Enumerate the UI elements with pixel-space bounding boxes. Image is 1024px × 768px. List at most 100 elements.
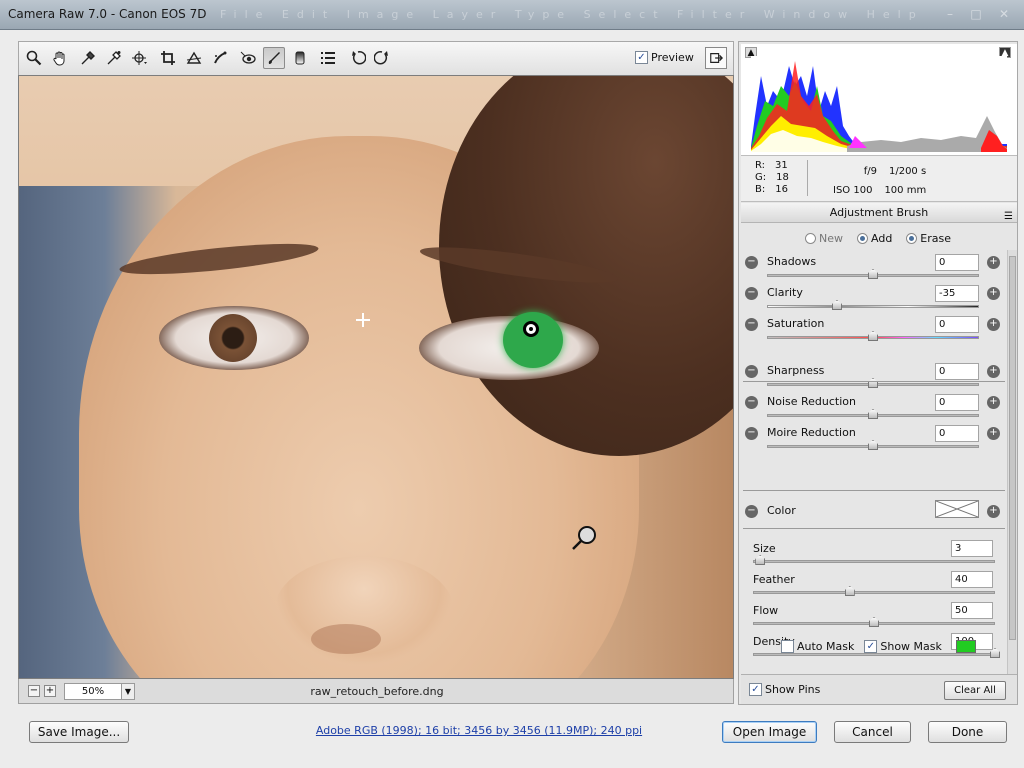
color-plus-button[interactable]: + <box>987 505 1000 518</box>
zoom-cursor-icon <box>572 526 596 550</box>
slider-plus-button[interactable]: + <box>987 287 1000 300</box>
section-divider <box>743 490 1005 491</box>
slider-knob[interactable] <box>868 269 878 279</box>
slider-plus-button[interactable]: + <box>987 396 1000 409</box>
color-sampler-icon[interactable] <box>103 47 125 69</box>
close-icon[interactable]: ✕ <box>994 6 1014 22</box>
targeted-adjust-icon[interactable] <box>129 47 151 69</box>
slider-value-field[interactable]: 0 <box>935 316 979 333</box>
slider-row-clarity: − Clarity -35 + <box>741 285 1007 316</box>
brush-setting-track[interactable] <box>753 653 995 656</box>
camera-raw-dialog: ✓ Preview − + 50% ▼ raw_retouch_before.d… <box>0 30 1024 768</box>
slider-value-field[interactable]: 0 <box>935 363 979 380</box>
g-value: 18 <box>776 172 789 183</box>
slider-knob[interactable] <box>868 378 878 388</box>
slider-value-field[interactable]: 0 <box>935 254 979 271</box>
brush-setting-knob[interactable] <box>755 555 766 565</box>
panel-menu-icon[interactable]: ☰ <box>1004 207 1013 227</box>
mode-erase[interactable]: Erase <box>906 232 951 245</box>
slider-knob[interactable] <box>868 440 878 450</box>
readout-panel: R: 31 G: 18 B: 16 f/9 1/200 s ISO 100 100 mm <box>741 156 1017 202</box>
slider-track[interactable] <box>767 305 979 308</box>
adjustment-brush-icon[interactable] <box>263 47 285 69</box>
mode-erase-radio[interactable] <box>906 233 918 244</box>
slider-row-sharpness: − Sharpness 0 + <box>741 363 1007 394</box>
slider-plus-button[interactable]: + <box>987 427 1000 440</box>
brush-setting-knob[interactable] <box>869 617 879 627</box>
slider-minus-button[interactable]: − <box>745 427 758 440</box>
crop-icon[interactable] <box>157 47 179 69</box>
preview-toggle[interactable]: ✓ Preview <box>635 51 694 64</box>
preview-label: Preview <box>651 51 694 64</box>
slider-minus-button[interactable]: − <box>745 365 758 378</box>
slider-plus-button[interactable]: + <box>987 318 1000 331</box>
fullscreen-button[interactable] <box>705 47 727 69</box>
zoom-icon[interactable] <box>23 47 45 69</box>
slider-minus-button[interactable]: − <box>745 396 758 409</box>
image-canvas[interactable] <box>18 75 734 679</box>
cancel-button[interactable]: Cancel <box>834 721 911 743</box>
show-pins-option[interactable]: ✓ Show Pins <box>749 683 820 696</box>
color-swatch[interactable] <box>935 500 979 518</box>
auto-mask-checkbox[interactable] <box>781 640 794 653</box>
slider-minus-button[interactable]: − <box>745 287 758 300</box>
window-title: Camera Raw 7.0 - Canon EOS 7D <box>8 7 207 21</box>
mode-add-radio[interactable] <box>857 233 868 244</box>
b-value: 16 <box>775 184 788 195</box>
hand-icon[interactable] <box>49 47 71 69</box>
scrollbar-thumb[interactable] <box>1009 256 1016 640</box>
graduated-filter-icon[interactable] <box>289 47 311 69</box>
preferences-icon[interactable] <box>317 47 339 69</box>
maximize-icon[interactable]: □ <box>966 6 986 22</box>
slider-value-field[interactable]: -35 <box>935 285 979 302</box>
red-eye-icon[interactable] <box>237 47 259 69</box>
slider-knob[interactable] <box>868 409 878 419</box>
brush-setting-knob[interactable] <box>844 586 855 596</box>
mask-color-swatch[interactable] <box>955 640 976 653</box>
toolbar: ✓ Preview <box>18 41 734 75</box>
slider-minus-button[interactable]: − <box>745 318 758 331</box>
spot-removal-icon[interactable] <box>209 47 231 69</box>
brush-setting-value[interactable]: 40 <box>951 571 993 588</box>
slider-knob[interactable] <box>868 331 878 341</box>
color-minus-button[interactable]: − <box>745 505 758 518</box>
done-button[interactable]: Done <box>928 721 1007 743</box>
brush-setting-value[interactable]: 50 <box>951 602 993 619</box>
slider-knob[interactable] <box>831 300 842 310</box>
readout-divider <box>807 160 808 196</box>
brush-row-flow: Flow 50 <box>741 602 1007 635</box>
white-balance-icon[interactable] <box>77 47 99 69</box>
slider-value-field[interactable]: 0 <box>935 425 979 442</box>
brush-setting-label: Size <box>753 542 776 555</box>
slider-label: Moire Reduction <box>767 426 856 439</box>
section-divider <box>743 381 1005 382</box>
mode-new[interactable]: New <box>805 232 843 245</box>
open-image-button[interactable]: Open Image <box>722 721 817 743</box>
adjustment-pin[interactable] <box>523 321 539 337</box>
minimize-icon[interactable]: – <box>940 6 960 22</box>
slider-plus-button[interactable]: + <box>987 365 1000 378</box>
panel-scrollbar[interactable] <box>1007 250 1017 674</box>
slider-minus-button[interactable]: − <box>745 256 758 269</box>
color-row: − Color + <box>741 500 1007 534</box>
aperture-value: f/9 <box>863 166 877 177</box>
auto-mask-label: Auto Mask <box>797 640 855 653</box>
brush-setting-track[interactable] <box>753 560 995 563</box>
show-mask-option[interactable]: ✓ Show Mask <box>864 640 942 653</box>
brush-setting-track[interactable] <box>753 591 995 594</box>
rotate-ccw-icon[interactable] <box>347 47 369 69</box>
mode-add[interactable]: Add <box>857 232 892 245</box>
auto-mask-option[interactable]: Auto Mask <box>781 640 854 653</box>
slider-value-field[interactable]: 0 <box>935 394 979 411</box>
preview-checkbox[interactable]: ✓ <box>635 51 648 64</box>
brush-mode-group: New Add Erase <box>805 232 951 245</box>
clear-all-button[interactable]: Clear All <box>944 681 1006 700</box>
mode-new-radio[interactable] <box>805 233 816 244</box>
rotate-cw-icon[interactable] <box>371 47 393 69</box>
show-pins-checkbox[interactable]: ✓ <box>749 683 762 696</box>
slider-label: Clarity <box>767 286 803 299</box>
show-mask-checkbox[interactable]: ✓ <box>864 640 878 653</box>
straighten-icon[interactable] <box>183 47 205 69</box>
slider-plus-button[interactable]: + <box>987 256 1000 269</box>
brush-setting-value[interactable]: 3 <box>951 540 993 557</box>
